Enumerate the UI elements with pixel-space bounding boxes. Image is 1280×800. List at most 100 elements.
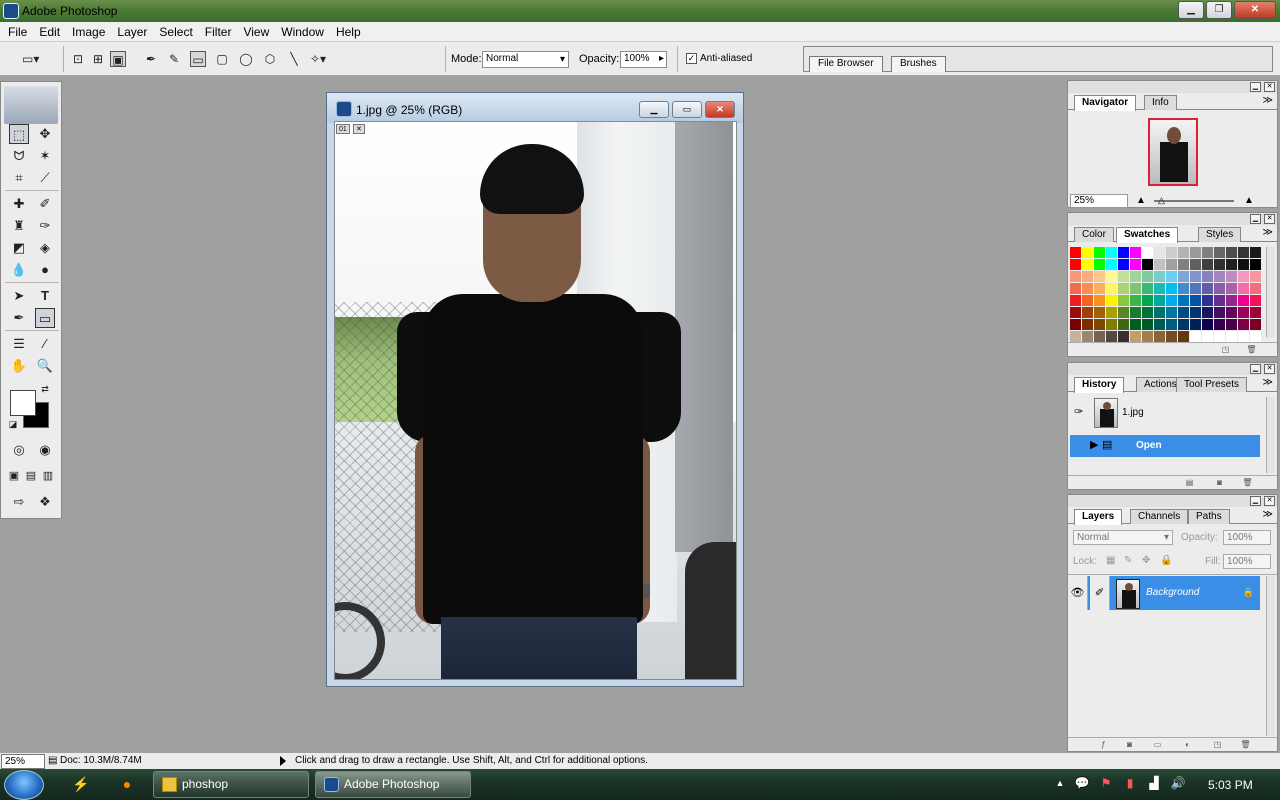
- color-swatch[interactable]: [1142, 295, 1154, 307]
- adjustment-layer-icon[interactable]: ◐: [1182, 739, 1193, 750]
- document-title-bar[interactable]: 1.jpg @ 25% (RGB) ▁ ▭ ✕: [327, 93, 743, 123]
- color-swatch[interactable]: [1238, 283, 1250, 295]
- color-swatch[interactable]: [1142, 283, 1154, 295]
- color-swatch[interactable]: [1166, 319, 1178, 331]
- opacity-field[interactable]: 100% ▸: [620, 51, 667, 68]
- default-colors-icon[interactable]: ◪: [7, 418, 19, 430]
- color-swatch[interactable]: [1106, 319, 1118, 331]
- status-zoom-field[interactable]: 25%: [1, 754, 45, 769]
- mode-select[interactable]: Normal ▾: [482, 51, 569, 68]
- tab-paths[interactable]: Paths: [1188, 509, 1230, 524]
- slice-tool-icon[interactable]: ⟋: [35, 168, 55, 188]
- magic-wand-tool-icon[interactable]: ✶: [35, 146, 55, 166]
- taskbar-item-phoshop[interactable]: phoshop: [153, 771, 309, 798]
- quick-launch-icon[interactable]: ⚡: [72, 775, 90, 793]
- scrollbar[interactable]: [1266, 397, 1275, 473]
- menu-window[interactable]: Window: [275, 25, 330, 39]
- network-icon[interactable]: ▟: [1146, 775, 1162, 791]
- color-swatch[interactable]: [1130, 307, 1142, 319]
- healing-brush-tool-icon[interactable]: ✚: [9, 194, 29, 214]
- dodge-tool-icon[interactable]: ●: [35, 260, 55, 280]
- new-document-from-state-icon[interactable]: ▤: [1184, 477, 1195, 488]
- color-swatch[interactable]: [1250, 319, 1262, 331]
- color-swatch[interactable]: [1250, 259, 1262, 271]
- document-minimize-button[interactable]: ▁: [639, 101, 669, 118]
- color-swatch[interactable]: [1226, 247, 1238, 259]
- tool-preset-picker[interactable]: ▭▾: [22, 51, 39, 67]
- panel-minimize-button[interactable]: ▁: [1250, 214, 1261, 224]
- color-swatch[interactable]: [1106, 295, 1118, 307]
- color-swatch[interactable]: [1166, 271, 1178, 283]
- color-swatch[interactable]: [1082, 247, 1094, 259]
- color-swatch[interactable]: [1166, 283, 1178, 295]
- menu-view[interactable]: View: [237, 25, 275, 39]
- eyedropper-tool-icon[interactable]: ⁄: [35, 334, 55, 354]
- color-swatch[interactable]: [1118, 319, 1130, 331]
- color-swatch[interactable]: [1190, 247, 1202, 259]
- color-swatch[interactable]: [1082, 259, 1094, 271]
- menu-file[interactable]: File: [2, 25, 33, 39]
- color-swatch[interactable]: [1202, 307, 1214, 319]
- color-swatch[interactable]: [1082, 295, 1094, 307]
- camera-snapshot-icon[interactable]: ◙: [1214, 477, 1225, 488]
- tab-info[interactable]: Info: [1144, 95, 1177, 110]
- color-swatch[interactable]: [1130, 283, 1142, 295]
- zoom-slider[interactable]: [1154, 200, 1234, 202]
- scrollbar[interactable]: [1266, 576, 1275, 736]
- color-swatch[interactable]: [1118, 259, 1130, 271]
- color-swatch[interactable]: [1190, 319, 1202, 331]
- color-swatch[interactable]: [1118, 271, 1130, 283]
- color-swatch[interactable]: [1154, 283, 1166, 295]
- lasso-tool-icon[interactable]: ᗢ: [9, 146, 29, 166]
- panel-minimize-button[interactable]: ▁: [1250, 82, 1261, 92]
- history-state-row[interactable]: ▶ ▤ Open: [1070, 435, 1260, 457]
- minimize-button[interactable]: ▁: [1178, 1, 1204, 19]
- panel-menu-icon[interactable]: ≫: [1263, 377, 1273, 388]
- color-swatch[interactable]: [1154, 295, 1166, 307]
- color-swatch[interactable]: [1106, 247, 1118, 259]
- color-swatch[interactable]: [1154, 271, 1166, 283]
- clone-stamp-tool-icon[interactable]: ♜: [9, 216, 29, 236]
- blend-mode-select[interactable]: Normal ▾: [1073, 530, 1173, 545]
- color-swatch[interactable]: [1178, 295, 1190, 307]
- move-tool-icon[interactable]: ✥: [35, 124, 55, 144]
- rectangle-icon[interactable]: ▭: [190, 51, 206, 67]
- paint-bucket-tool-icon[interactable]: ◈: [35, 238, 55, 258]
- notes-tool-icon[interactable]: ☰: [9, 334, 29, 354]
- quick-mask-mode-icon[interactable]: ◉: [35, 440, 55, 460]
- layer-visibility-eye-icon[interactable]: 👁: [1068, 576, 1088, 610]
- zoom-slider-handle[interactable]: △: [1158, 195, 1165, 206]
- navigator-zoom-field[interactable]: 25%: [1070, 194, 1128, 208]
- color-swatch[interactable]: [1130, 319, 1142, 331]
- color-swatch[interactable]: [1070, 271, 1082, 283]
- menu-edit[interactable]: Edit: [33, 25, 66, 39]
- color-swatch[interactable]: [1250, 307, 1262, 319]
- color-swatch[interactable]: [1214, 283, 1226, 295]
- fill-pixels-icon[interactable]: ▣: [110, 51, 126, 67]
- history-brush-source-icon[interactable]: ✑: [1074, 405, 1083, 418]
- panel-menu-icon[interactable]: ≫: [1263, 227, 1273, 238]
- color-swatch[interactable]: [1166, 307, 1178, 319]
- color-swatch[interactable]: [1094, 259, 1106, 271]
- color-swatch[interactable]: [1226, 283, 1238, 295]
- message-icon[interactable]: 💬: [1074, 775, 1090, 791]
- color-swatch[interactable]: [1166, 259, 1178, 271]
- color-swatch[interactable]: [1178, 259, 1190, 271]
- image-canvas[interactable]: 01 ✕: [334, 121, 737, 680]
- color-swatch[interactable]: [1250, 247, 1262, 259]
- color-swatch[interactable]: [1214, 271, 1226, 283]
- document-maximize-button[interactable]: ▭: [672, 101, 702, 118]
- color-swatch[interactable]: [1202, 319, 1214, 331]
- color-swatch[interactable]: [1082, 319, 1094, 331]
- navigator-preview[interactable]: [1148, 118, 1198, 186]
- color-swatch[interactable]: [1106, 283, 1118, 295]
- blur-tool-icon[interactable]: 💧: [9, 260, 29, 280]
- color-swatch[interactable]: [1226, 271, 1238, 283]
- lock-pixels-icon[interactable]: ✎: [1124, 555, 1132, 566]
- document-close-button[interactable]: ✕: [705, 101, 735, 118]
- color-swatch[interactable]: [1250, 271, 1262, 283]
- lock-transparency-icon[interactable]: ▦: [1106, 555, 1115, 566]
- color-swatch[interactable]: [1154, 307, 1166, 319]
- color-swatch[interactable]: [1154, 247, 1166, 259]
- tab-tool-presets[interactable]: Tool Presets: [1176, 377, 1248, 392]
